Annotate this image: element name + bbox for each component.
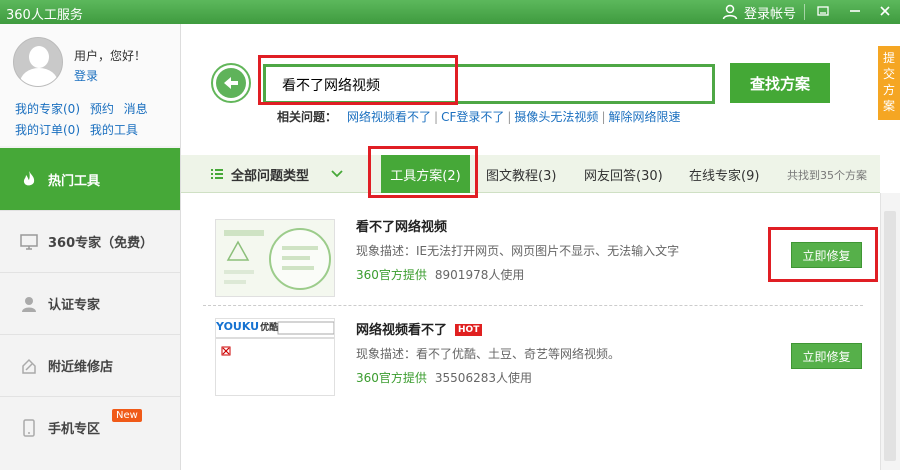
flame-icon	[20, 170, 38, 188]
result-provider: 360官方提供	[356, 268, 427, 282]
avatar	[13, 37, 63, 87]
search-box	[263, 64, 715, 104]
sidebar-item-label: 手机专区	[48, 422, 101, 437]
result-users: 8901978人使用	[434, 268, 525, 282]
menu-icon	[817, 6, 829, 16]
profile-links-row2: 我的订单(0) 我的工具	[15, 121, 144, 138]
sidebar-item-label: 附近维修店	[48, 360, 114, 375]
login-link[interactable]: 登录	[74, 67, 98, 84]
search-input[interactable]	[282, 73, 702, 97]
fix-now-button[interactable]: 立即修复	[791, 242, 862, 268]
tab-tutorials[interactable]: 图文教程(3)	[486, 155, 556, 193]
minimize-button[interactable]	[842, 0, 868, 22]
result-description: 现象描述：IE无法打开网页、网页图片不显示、无法输入文字	[356, 244, 680, 258]
all-types-dropdown[interactable]: 全部问题类型	[211, 155, 343, 193]
youku-logo: YOUKU优酷	[216, 320, 279, 333]
result-users: 35506283人使用	[434, 371, 532, 385]
menu-button[interactable]	[810, 0, 836, 22]
category-tabs: 全部问题类型 工具方案(2) 图文教程(3) 网友回答(30) 在线专家(9) …	[181, 155, 880, 193]
login-account-button[interactable]: 登录帐号	[722, 1, 796, 23]
all-types-label: 全部问题类型	[231, 168, 310, 184]
new-badge: New	[112, 409, 142, 422]
profile-links-row1: 我的专家(0) 预约 消息	[15, 100, 154, 117]
sidebar-item-label: 认证专家	[48, 298, 101, 313]
hot-badge: HOT	[455, 324, 483, 336]
close-icon	[880, 6, 890, 16]
submit-solution-tab[interactable]: 提交方案	[878, 46, 900, 120]
sidebar-item-360-expert[interactable]: 360专家（免费）	[0, 210, 180, 272]
result-item: 看不了网络视频 现象描述：IE无法打开网页、网页图片不显示、无法输入文字 360…	[203, 207, 880, 307]
result-title[interactable]: 网络视频看不了 HOT	[356, 319, 483, 338]
result-meta: 360官方提供 35506283人使用	[356, 369, 532, 386]
related-link[interactable]: 网络视频看不了	[347, 110, 431, 124]
sidebar-item-label: 360专家（免费）	[48, 236, 154, 251]
related-label: 相关问题：	[277, 110, 338, 124]
result-meta: 360官方提供 8901978人使用	[356, 266, 524, 283]
scrollbar[interactable]	[880, 193, 900, 470]
sidebar-item-mobile-zone[interactable]: 手机专区 New	[0, 396, 180, 458]
find-solution-button[interactable]: 查找方案	[730, 63, 830, 103]
messages-link[interactable]: 消息	[124, 102, 148, 116]
appointment-link[interactable]: 预约	[90, 102, 114, 116]
result-provider: 360官方提供	[356, 371, 427, 385]
result-divider	[203, 305, 863, 306]
minimize-icon	[850, 10, 860, 12]
result-item: YOUKU优酷 网络视频看不了 HOT 现象描述：看不了优酷、土豆、奇艺等网络视频…	[203, 310, 880, 410]
tab-online-experts[interactable]: 在线专家(9)	[689, 155, 759, 193]
sidebar-item-hot-tools[interactable]: 热门工具	[0, 148, 180, 210]
person-icon	[20, 295, 38, 313]
title-bar: 360人工服务 登录帐号	[0, 0, 900, 24]
sidebar-item-nearby-repair[interactable]: 附近维修店	[0, 334, 180, 396]
tab-tool-solutions[interactable]: 工具方案(2)	[381, 155, 470, 193]
result-title[interactable]: 看不了网络视频	[356, 216, 447, 235]
greeting: 用户，您好！	[74, 49, 147, 63]
titlebar-separator	[804, 4, 805, 20]
tab-user-answers[interactable]: 网友回答(30)	[584, 155, 663, 193]
monitor-icon	[20, 233, 38, 251]
profile-panel: 用户，您好！ 登录 我的专家(0) 预约 消息 我的订单(0) 我的工具	[0, 24, 180, 146]
user-icon	[722, 4, 738, 20]
fix-now-button[interactable]: 立即修复	[791, 343, 862, 369]
result-count: 共找到35个方案	[787, 169, 867, 182]
back-button[interactable]	[211, 63, 251, 103]
result-description: 现象描述：看不了优酷、土豆、奇艺等网络视频。	[356, 347, 621, 361]
related-link[interactable]: 解除网络限速	[608, 110, 680, 124]
arrow-left-icon	[224, 77, 238, 89]
scrollbar-thumb[interactable]	[884, 211, 896, 461]
chevron-down-icon	[331, 170, 343, 178]
phone-icon	[20, 418, 38, 437]
list-icon	[211, 169, 223, 179]
result-thumbnail: YOUKU优酷	[215, 318, 335, 396]
result-thumbnail	[215, 219, 335, 297]
login-account-label: 登录帐号	[744, 6, 797, 22]
related-questions: 相关问题： 网络视频看不了 | CF登录不了 | 摄像头无法视频 | 解除网络限速	[277, 110, 681, 124]
my-orders-link[interactable]: 我的订单(0)	[15, 123, 80, 137]
related-link[interactable]: CF登录不了	[441, 110, 504, 124]
sidebar: 用户，您好！ 登录 我的专家(0) 预约 消息 我的订单(0) 我的工具 热门工…	[0, 24, 181, 470]
related-link[interactable]: 摄像头无法视频	[514, 110, 598, 124]
wrench-icon	[20, 357, 38, 375]
sidebar-item-certified-expert[interactable]: 认证专家	[0, 272, 180, 334]
sidebar-item-label: 热门工具	[48, 173, 101, 189]
close-button[interactable]	[872, 0, 898, 22]
app-title: 360人工服务	[6, 8, 83, 23]
my-tools-link[interactable]: 我的工具	[90, 123, 138, 137]
my-experts-link[interactable]: 我的专家(0)	[15, 102, 80, 116]
